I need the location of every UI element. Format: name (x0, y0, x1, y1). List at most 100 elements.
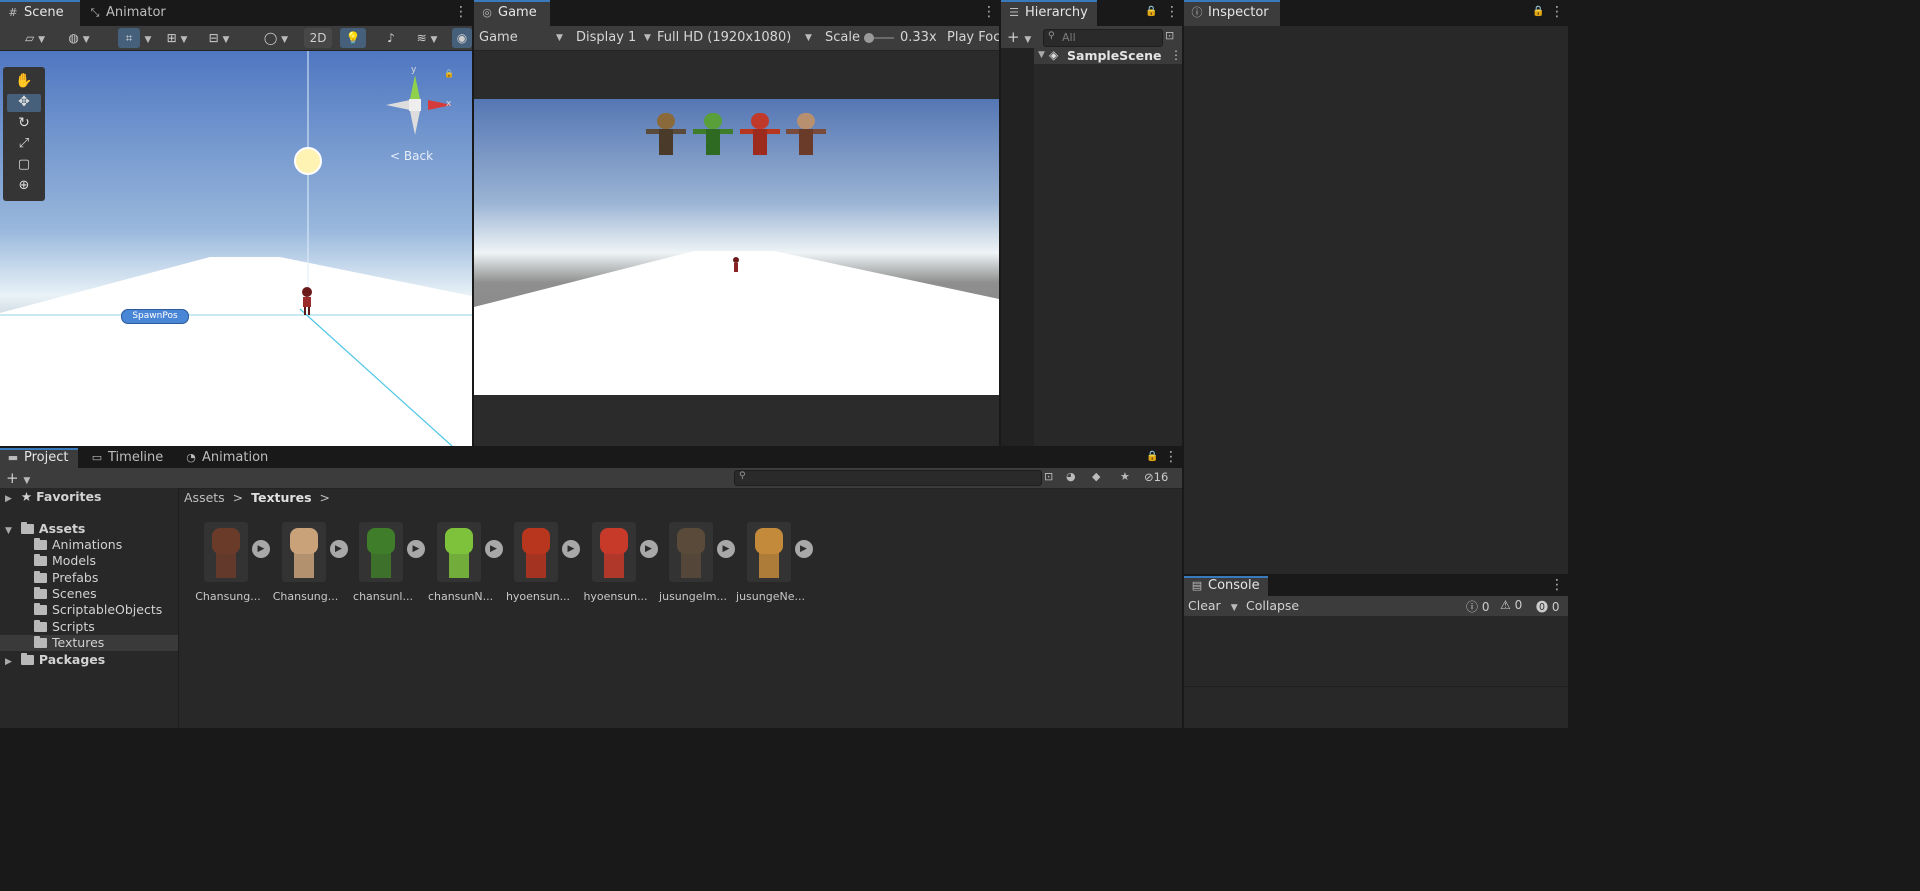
transform-caret-icon[interactable]: ▼ (142, 28, 154, 48)
scale-slider[interactable] (864, 33, 894, 43)
lock-icon[interactable]: 🔒 (1146, 451, 1158, 462)
back-button[interactable]: < Back (390, 149, 433, 163)
play-icon[interactable]: ▶ (252, 540, 270, 558)
tab-animation[interactable]: ◔ Animation (178, 448, 278, 468)
play-icon[interactable]: ▶ (794, 540, 813, 558)
rect-tool-icon[interactable]: ▢ (7, 157, 41, 175)
collapse-button[interactable]: Collapse (1246, 598, 1299, 613)
info-toggle[interactable]: ⓘ 0 (1466, 598, 1489, 615)
tab-scene[interactable]: # Scene (0, 0, 80, 26)
tab-console[interactable]: ▤ Console (1184, 576, 1268, 596)
console-log-area[interactable] (1184, 616, 1568, 687)
play-icon[interactable]: ▶ (329, 540, 348, 558)
runner-toggle-1[interactable] (646, 113, 686, 155)
game-menu-icon[interactable]: ⋮ (982, 5, 996, 19)
effects-icon[interactable]: ≋ ▼ (410, 28, 444, 48)
inspector-menu-icon[interactable]: ⋮ (1550, 5, 1564, 19)
clear-button[interactable]: Clear ▼ (1188, 598, 1238, 613)
play-icon[interactable]: ▶ (562, 540, 580, 558)
asset-item[interactable]: ▶ chansunN... (425, 522, 503, 603)
folder-item[interactable]: Animations (0, 537, 178, 553)
scale-tool-icon[interactable]: ⤢ (7, 136, 41, 154)
increment-snap-icon[interactable]: ⊟ ▼ (202, 28, 236, 48)
expand-arrow-icon[interactable]: ▼ (1038, 47, 1045, 63)
scale-slider-handle[interactable] (864, 33, 874, 43)
globe-icon[interactable]: ◍ ▼ (62, 28, 96, 48)
scene-menu-icon[interactable]: ⋮ (1170, 48, 1182, 62)
breadcrumb-assets[interactable]: Assets (184, 490, 225, 505)
scene-viewport[interactable]: ✋ ✥ ↻ ⤢ ▢ ⊕ y x 🔒 < Back SpawnPos (0, 51, 472, 446)
search-by-type-icon[interactable]: ⊡ (1044, 470, 1053, 483)
asset-item[interactable]: ▶ Chansung... (192, 522, 270, 603)
rotate-tool-icon[interactable]: ↻ (7, 115, 41, 133)
play-icon[interactable]: ▶ (407, 540, 425, 558)
assets-row[interactable]: ▼ Assets (0, 521, 85, 537)
runner-toggle-4[interactable] (786, 113, 826, 155)
console-menu-icon[interactable]: ⋮ (1550, 578, 1564, 592)
scene-menu-icon[interactable]: ⋮ (454, 5, 468, 19)
character-model[interactable] (300, 287, 314, 315)
asset-item[interactable]: ▶ Chansung... (270, 522, 348, 603)
tab-animator[interactable]: ⤡ Animator (82, 0, 172, 26)
toggle-2d-button[interactable]: 2D (304, 28, 332, 48)
chevron-down-icon[interactable]: ▼ (1231, 603, 1238, 613)
tab-game[interactable]: ◎ Game (474, 0, 550, 26)
display-dropdown[interactable]: Display 1 ▼ (576, 26, 654, 50)
project-search-field[interactable]: ⚲ (734, 470, 1042, 486)
grid-snap-icon[interactable]: ⊞ ▼ (160, 28, 194, 48)
warning-toggle[interactable]: ⚠ 0 (1500, 598, 1522, 612)
filter-by-label-icon[interactable]: ◆ (1092, 470, 1100, 483)
resolution-dropdown[interactable]: Full HD (1920x1080) ▼ (657, 26, 815, 50)
tab-inspector[interactable]: ⓘ Inspector (1184, 0, 1280, 26)
asset-item[interactable]: ▶ jusungeNe... (735, 522, 813, 603)
gizmo-lock-icon[interactable]: 🔒 (444, 69, 454, 78)
tab-timeline[interactable]: ▭ Timeline (84, 448, 172, 468)
lock-icon[interactable]: 🔒 (1145, 6, 1157, 17)
tab-hierarchy[interactable]: ☰ Hierarchy (1001, 0, 1097, 26)
runner-toggle-3[interactable] (740, 113, 780, 155)
shading-icon[interactable]: ◯ ▼ (258, 28, 294, 48)
asset-item[interactable]: ▶ chansunl... (347, 522, 425, 603)
expand-arrow-icon[interactable]: ▶ (5, 494, 12, 504)
error-toggle[interactable]: ⓿ 0 (1536, 598, 1559, 615)
hierarchy-menu-icon[interactable]: ⋮ (1165, 5, 1179, 19)
expand-arrow-icon[interactable]: ▼ (5, 526, 12, 536)
asset-item[interactable]: ▶ hyoensun... (502, 522, 580, 603)
breadcrumb-textures[interactable]: Textures (251, 490, 311, 505)
folder-item[interactable]: Models (0, 553, 178, 569)
packages-row[interactable]: ▶ Packages (0, 652, 105, 668)
hierarchy-search-field[interactable]: ⚲ All (1043, 29, 1163, 47)
folder-item[interactable]: Textures (0, 635, 178, 652)
folder-item[interactable]: Prefabs (0, 570, 178, 586)
project-menu-icon[interactable]: ⋮ (1164, 450, 1178, 464)
folder-item[interactable]: Scripts (0, 619, 178, 635)
visibility-icon[interactable]: ◉ (452, 28, 472, 48)
folder-item[interactable]: ScriptableObjects (0, 602, 178, 618)
draw-mode-icon[interactable]: ▱ ▼ (18, 28, 52, 48)
filter-by-type-icon[interactable]: ◕ (1066, 470, 1076, 483)
runner-toggle-2[interactable] (693, 113, 733, 155)
move-tool-icon[interactable]: ✥ (7, 94, 41, 112)
tab-project[interactable]: ▬ Project (0, 448, 78, 468)
transform-tool-icon[interactable]: ⌗ (118, 28, 140, 48)
favorites-row[interactable]: ▶ ★ Favorites (0, 489, 101, 505)
lock-icon[interactable]: 🔒 (1532, 6, 1544, 17)
filter-icon[interactable]: ⊡ (1165, 29, 1174, 42)
sun-icon[interactable] (286, 139, 330, 183)
scene-row[interactable]: ▼ ◈ SampleScene ⋮ (1034, 47, 1182, 64)
asset-item[interactable]: ▶ hyoensun... (580, 522, 658, 603)
play-icon[interactable]: ▶ (717, 540, 735, 558)
create-button[interactable]: + ▼ (1007, 28, 1031, 49)
folder-item[interactable]: Scenes (0, 586, 178, 602)
lighting-icon[interactable]: 💡 (340, 28, 366, 48)
audio-icon[interactable]: ♪ (378, 28, 404, 48)
hidden-packages-toggle[interactable]: ⊘16 (1144, 470, 1168, 484)
asset-item[interactable]: ▶ jusungeIm... (657, 522, 735, 603)
favorite-icon[interactable]: ★ (1120, 470, 1130, 483)
game-viewport[interactable] (474, 51, 999, 446)
hand-tool-icon[interactable]: ✋ (7, 73, 41, 91)
view-dropdown[interactable]: Game ▼ (479, 26, 565, 50)
play-focused-dropdown[interactable]: Play Foc (947, 26, 999, 50)
expand-arrow-icon[interactable]: ▶ (5, 657, 12, 667)
play-icon[interactable]: ▶ (484, 540, 503, 558)
